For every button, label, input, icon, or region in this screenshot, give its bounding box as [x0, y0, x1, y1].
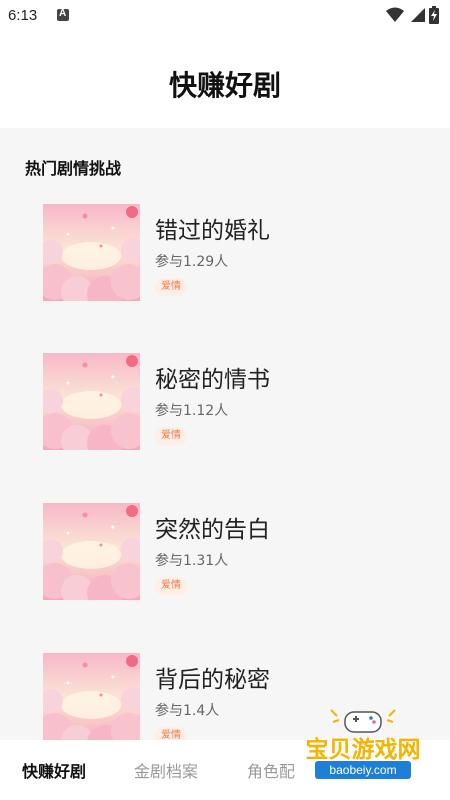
drama-title: 错过的婚礼: [155, 218, 270, 244]
drama-card[interactable]: 秘密的情书 参与1.12人 爱情: [43, 353, 423, 453]
genre-tag: 爱情: [155, 577, 187, 595]
battery-charging-icon: [429, 6, 439, 24]
drama-cover-image[interactable]: [43, 353, 140, 450]
drama-participants: 参与1.31人: [155, 553, 229, 569]
drama-card[interactable]: 突然的告白 参与1.31人 爱情: [43, 503, 423, 603]
drama-title: 背后的秘密: [155, 667, 270, 693]
drama-title: 秘密的情书: [155, 367, 270, 393]
wifi-icon: [386, 7, 404, 22]
page-title: 快赚好剧: [168, 69, 281, 102]
genre-tag: 爱情: [155, 727, 187, 740]
tab-juese-pei[interactable]: 角色配: [247, 758, 295, 782]
signal-icon: [411, 8, 425, 22]
genre-tag: 爱情: [155, 427, 187, 445]
tab-jinju-dangan[interactable]: 金剧档案: [134, 758, 198, 782]
watermark-text: 宝贝游戏网: [305, 737, 421, 763]
app-header: 快赚好剧: [0, 30, 450, 128]
drama-cover-image[interactable]: [43, 204, 140, 301]
section-title: 热门剧情挑战: [25, 159, 122, 178]
genre-tag: 爱情: [155, 278, 187, 296]
drama-participants: 参与1.12人: [155, 403, 229, 419]
content-area[interactable]: 热门剧情挑战 错过的婚礼 参与1.29人 爱情 秘密的情书 参与1.12人 爱情…: [0, 128, 450, 740]
tab-kuaizhuan-haoju[interactable]: 快赚好剧: [22, 758, 86, 782]
notification-app-icon: A: [57, 8, 69, 21]
watermark: 宝贝游戏网 baobeiy.com: [293, 706, 433, 786]
status-time: 6:13: [8, 7, 38, 24]
drama-participants: 参与1.29人: [155, 254, 229, 270]
drama-title: 突然的告白: [155, 517, 270, 543]
status-bar: 6:13 A: [0, 0, 450, 30]
drama-cover-image[interactable]: [43, 653, 140, 740]
drama-card[interactable]: 错过的婚礼 参与1.29人 爱情: [43, 204, 423, 304]
watermark-url: baobeiy.com: [315, 761, 411, 779]
drama-participants: 参与1.4人: [155, 703, 220, 719]
drama-cover-image[interactable]: [43, 503, 140, 600]
